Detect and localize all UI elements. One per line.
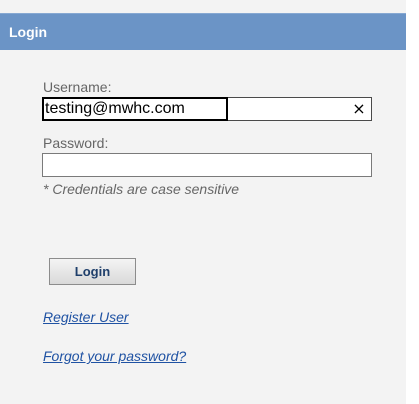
username-label: Username: [43, 79, 112, 95]
header-title: Login [9, 24, 48, 40]
password-label: Password: [43, 135, 109, 151]
login-button[interactable]: Login [49, 258, 136, 285]
username-input[interactable] [42, 97, 372, 121]
case-sensitive-note: * Credentials are case sensitive [43, 181, 240, 197]
login-panel: Login Username: × Password: * Credential… [0, 0, 406, 404]
register-user-link[interactable]: Register User [43, 309, 129, 325]
close-icon[interactable]: × [350, 99, 368, 119]
login-header: Login [0, 13, 406, 50]
password-input[interactable] [42, 153, 372, 177]
forgot-password-link[interactable]: Forgot your password? [43, 348, 186, 364]
